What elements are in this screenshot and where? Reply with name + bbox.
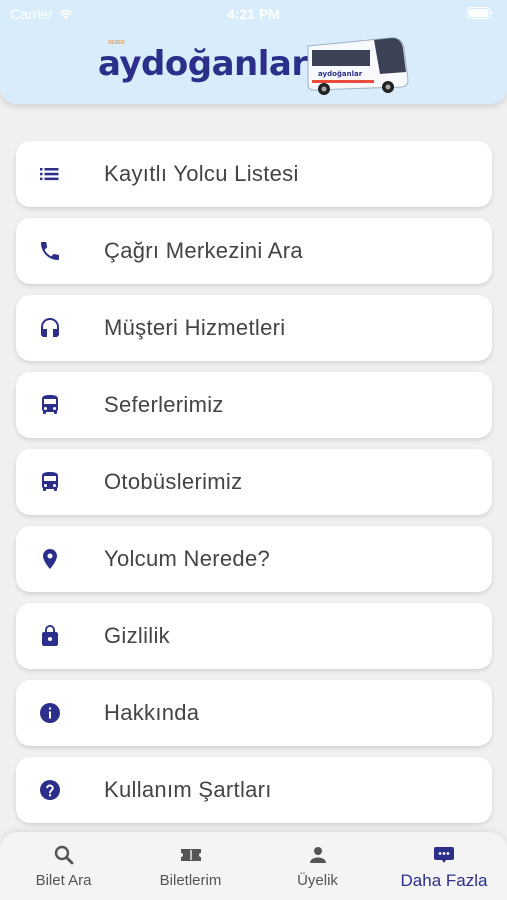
tab-label: Daha Fazla <box>400 871 488 890</box>
menu-item-label: Hakkında <box>104 700 200 725</box>
menu-item-label: Müşteri Hizmetleri <box>104 315 286 340</box>
list-icon <box>40 168 59 181</box>
ticket-icon <box>180 849 201 861</box>
tab-bilet-ara[interactable]: Bilet Ara <box>0 832 127 900</box>
menu-item-kayitli-yolcu[interactable]: Kayıtlı Yolcu Listesi <box>16 141 492 207</box>
bottom-tab-bar: Bilet Ara Biletlerim Üyelik Daha Fazla <box>0 832 507 900</box>
location-pin-icon <box>43 549 57 569</box>
bus-icon <box>42 472 58 491</box>
menu-item-yolcum-nerede[interactable]: Yolcum Nerede? <box>16 526 492 592</box>
tab-uyelik[interactable]: Üyelik <box>254 832 381 900</box>
menu-item-label: Kullanım Şartları <box>104 777 272 802</box>
person-icon <box>309 847 326 863</box>
menu-item-label: Seferlerimiz <box>104 392 224 417</box>
tab-label: Bilet Ara <box>35 872 92 889</box>
tab-biletlerim[interactable]: Biletlerim <box>127 832 254 900</box>
tab-label: Biletlerim <box>159 872 222 889</box>
brand-logo: SEDEF aydoğanlar aydoğanlar <box>96 30 416 100</box>
tab-label: Üyelik <box>297 872 338 889</box>
menu-item-label: Otobüslerimiz <box>104 469 243 494</box>
search-icon <box>54 845 73 865</box>
menu-item-label: Çağrı Merkezini Ara <box>104 238 303 263</box>
bus-brand-text: aydoğanlar <box>318 70 363 78</box>
menu-item-label: Kayıtlı Yolcu Listesi <box>104 161 299 186</box>
help-icon <box>40 780 60 800</box>
app-header: Carrier 4:21 PM SEDEF aydoğanlar aydoğan… <box>0 0 507 104</box>
tab-daha-fazla[interactable]: Daha Fazla <box>381 832 507 900</box>
bus-icon <box>42 395 58 414</box>
menu-item-label: Yolcum Nerede? <box>104 546 271 571</box>
status-bar: Carrier 4:21 PM <box>0 0 507 28</box>
menu-item-label: Gizlilik <box>104 623 170 648</box>
menu-item-otobuslerimiz[interactable]: Otobüslerimiz <box>16 449 492 515</box>
menu-item-cagri-merkezi[interactable]: Çağrı Merkezini Ara <box>16 218 492 284</box>
menu-item-gizlilik[interactable]: Gizlilik <box>16 603 492 669</box>
menu-item-seferlerimiz[interactable]: Seferlerimiz <box>16 372 492 438</box>
more-chat-icon <box>434 847 454 863</box>
headset-icon <box>41 318 59 337</box>
battery-icon <box>467 7 493 19</box>
menu-item-hakkinda[interactable]: Hakkında <box>16 680 492 746</box>
menu-item-musteri-hizmetleri[interactable]: Müşteri Hizmetleri <box>16 295 492 361</box>
logo-text: aydoğanlar <box>98 44 308 84</box>
status-time: 4:21 PM <box>227 6 280 22</box>
menu-item-kullanim-sartlari[interactable]: Kullanım Şartları <box>16 757 492 823</box>
lock-icon <box>42 625 58 646</box>
bus-illustration: aydoğanlar <box>307 37 409 95</box>
info-icon <box>40 703 60 723</box>
phone-icon <box>41 242 59 260</box>
